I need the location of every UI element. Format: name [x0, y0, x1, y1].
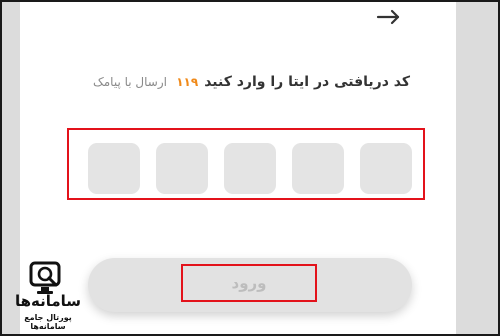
countdown-timer: ۱۱۹ [176, 75, 199, 89]
right-gutter [456, 2, 498, 334]
search-monitor-icon [29, 261, 61, 294]
back-arrow-icon[interactable] [374, 4, 404, 30]
watermark-logo: سامانه‌ها پورتال جامع سامانه‌ها [6, 258, 90, 332]
watermark-name: سامانه‌ها [14, 292, 82, 310]
prompt-text: کد دریافتی در ایتا را وارد کنید [204, 74, 410, 90]
otp-digit-4[interactable] [156, 143, 208, 194]
otp-input-group [88, 143, 412, 194]
otp-digit-2[interactable] [292, 143, 344, 194]
otp-digit-5[interactable] [88, 143, 140, 194]
watermark-tagline: پورتال جامع سامانه‌ها [24, 313, 72, 331]
login-button[interactable] [88, 258, 412, 312]
otp-digit-1[interactable] [360, 143, 412, 194]
code-prompt: کد دریافتی در ایتا را وارد کنید ۱۱۹ [176, 71, 410, 93]
otp-digit-3[interactable] [224, 143, 276, 194]
resend-sms-link[interactable]: ارسال با پیامک [84, 72, 176, 92]
